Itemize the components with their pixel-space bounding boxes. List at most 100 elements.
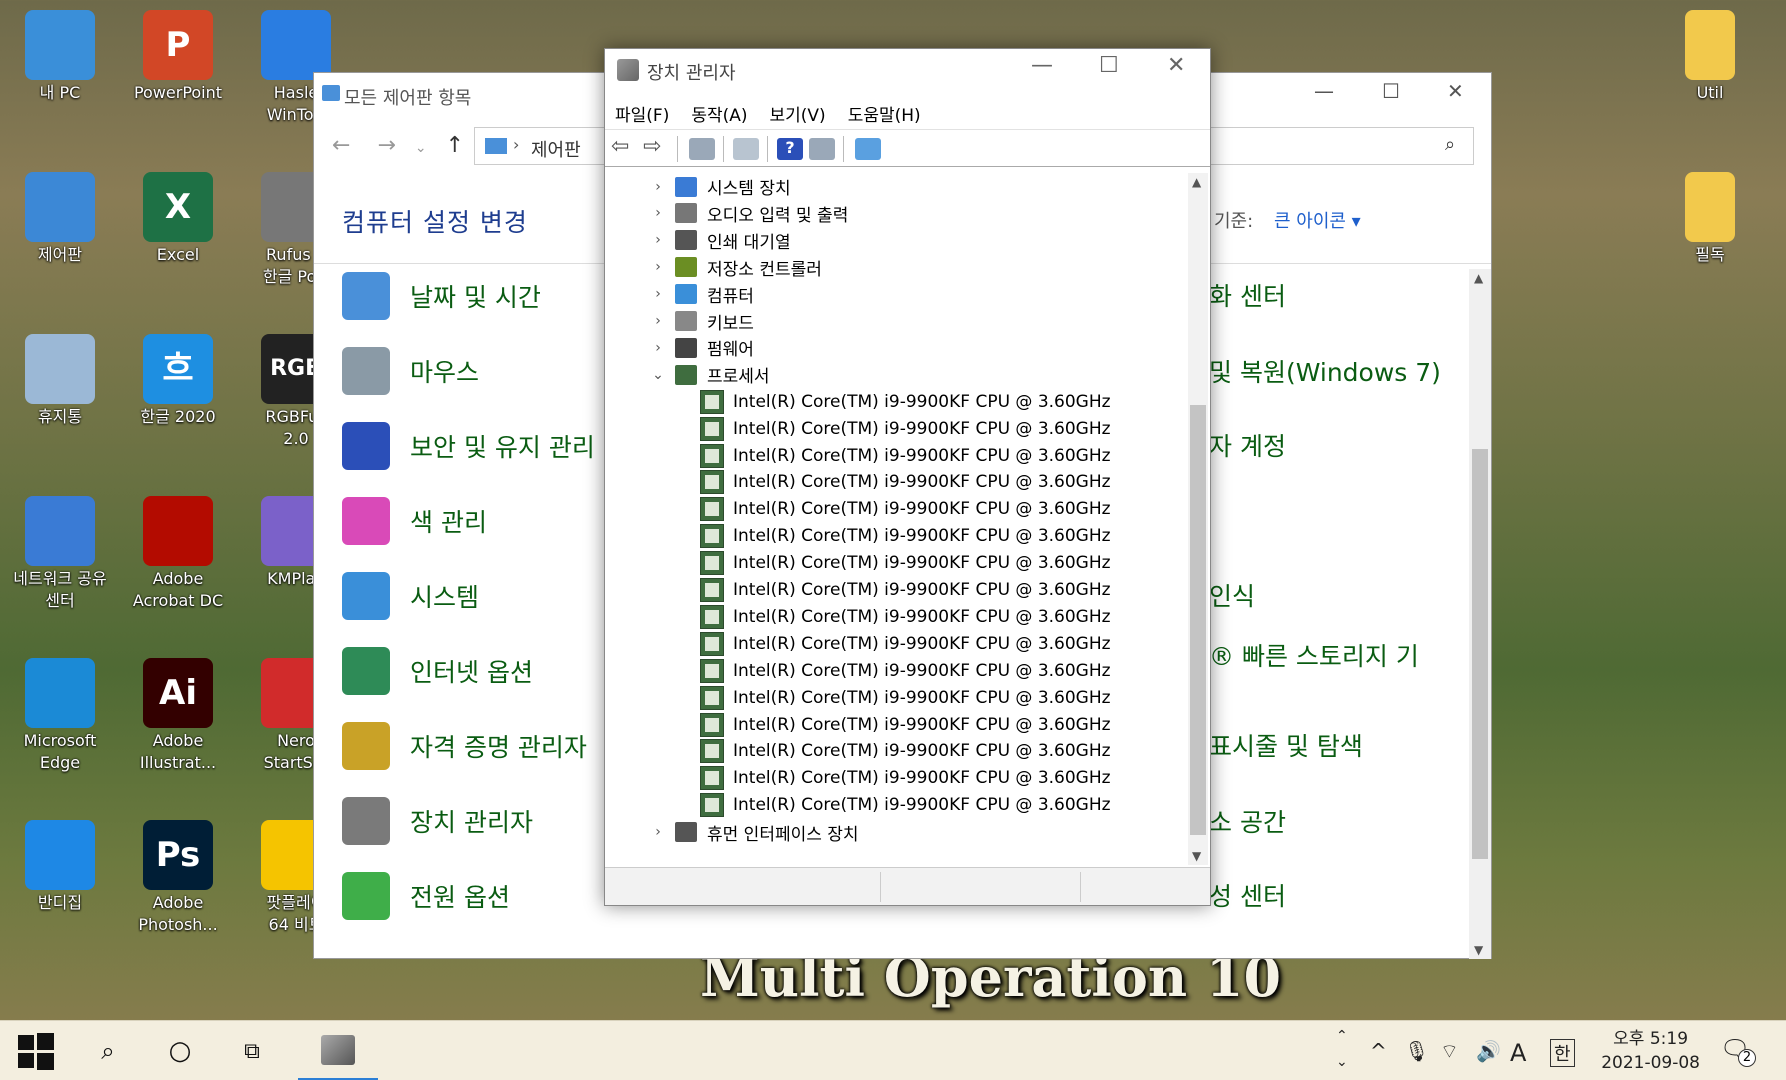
search-icon[interactable]: ⌕ <box>1445 134 1455 155</box>
tree-category[interactable]: › 펌웨어 <box>649 334 754 361</box>
desktop-icon[interactable]: Microsoft Edge <box>2 658 118 774</box>
view-by-dropdown[interactable]: 큰 아이콘 ▾ <box>1274 207 1361 233</box>
desktop-icon[interactable]: X Excel <box>120 172 236 266</box>
tree-category[interactable]: › 컴퓨터 <box>649 281 754 308</box>
control-panel-item[interactable]: 색 관리 <box>342 492 487 550</box>
control-panel-item[interactable]: 보안 및 유지 관리 <box>342 417 595 475</box>
desktop-icon[interactable]: Ps Adobe Photosh... <box>120 820 236 936</box>
maximize-button[interactable]: ☐ <box>1382 79 1400 103</box>
control-panel-item[interactable]: 날짜 및 시간 <box>342 267 541 325</box>
chevron-right-icon[interactable]: › <box>649 179 667 195</box>
tree-device[interactable]: Intel(R) Core(TM) i9-9900KF CPU @ 3.60GH… <box>700 765 1111 792</box>
search-icon[interactable]: ⌕ <box>78 1021 138 1080</box>
vertical-scrollbar[interactable]: ▲ ▼ <box>1188 173 1208 865</box>
control-panel-item-right[interactable]: 화 센터 <box>1209 277 1286 313</box>
back-icon[interactable]: ← <box>332 133 350 158</box>
control-panel-item[interactable]: 인터넷 옵션 <box>342 642 533 700</box>
ime-mode[interactable]: A <box>1510 1039 1526 1067</box>
properties-icon[interactable] <box>733 138 759 160</box>
tree-device[interactable]: Intel(R) Core(TM) i9-9900KF CPU @ 3.60GH… <box>700 388 1111 415</box>
tree-device[interactable]: Intel(R) Core(TM) i9-9900KF CPU @ 3.60GH… <box>700 523 1111 550</box>
desktop-icon[interactable]: 반디집 <box>2 820 118 914</box>
desktop-icon[interactable]: 내 PC <box>2 10 118 104</box>
up-icon[interactable]: ↑ <box>446 133 464 158</box>
control-panel-item-right[interactable]: 인식 <box>1209 577 1255 613</box>
desktop-icon[interactable]: 제어판 <box>2 172 118 266</box>
tree-device[interactable]: Intel(R) Core(TM) i9-9900KF CPU @ 3.60GH… <box>700 442 1111 469</box>
help-icon[interactable]: ? <box>777 138 803 160</box>
control-panel-item[interactable]: 자격 증명 관리자 <box>342 717 587 775</box>
menu-file[interactable]: 파일(F) <box>615 101 669 126</box>
tree-category[interactable]: › 오디오 입력 및 출력 <box>649 200 848 227</box>
forward-arrow-icon[interactable]: ⇨ <box>643 134 669 159</box>
tree-device[interactable]: Intel(R) Core(TM) i9-9900KF CPU @ 3.60GH… <box>700 469 1111 496</box>
menu-action[interactable]: 동작(A) <box>691 101 747 126</box>
tree-device[interactable]: Intel(R) Core(TM) i9-9900KF CPU @ 3.60GH… <box>700 684 1111 711</box>
tree-device[interactable]: Intel(R) Core(TM) i9-9900KF CPU @ 3.60GH… <box>700 711 1111 738</box>
chevron-down-icon[interactable]: ⌄ <box>649 367 667 383</box>
device-manager-window[interactable]: 장치 관리자 — ☐ ✕ 파일(F) 동작(A) 보기(V) 도움말(H) ⇦ … <box>604 48 1211 906</box>
tree-device[interactable]: Intel(R) Core(TM) i9-9900KF CPU @ 3.60GH… <box>700 550 1111 577</box>
chevron-right-icon[interactable]: › <box>649 259 667 275</box>
scroll-up-icon[interactable]: ▲ <box>1192 175 1201 189</box>
tree-category[interactable]: › 저장소 컨트롤러 <box>649 254 822 281</box>
minimize-button[interactable]: — <box>1031 53 1053 78</box>
tree-category[interactable]: › 인쇄 대기열 <box>649 227 791 254</box>
desktop-icon[interactable]: 휴지통 <box>2 334 118 428</box>
forward-icon[interactable]: → <box>377 133 395 158</box>
scrollbar-thumb[interactable] <box>1190 405 1206 835</box>
tree-category[interactable]: ⌄ 프로세서 <box>649 361 770 388</box>
show-hidden-icons[interactable]: ^ <box>1370 1039 1387 1063</box>
chevron-right-icon[interactable]: › <box>649 824 667 840</box>
maximize-button[interactable]: ☐ <box>1099 53 1119 78</box>
task-view-icon[interactable]: ⧉ <box>222 1021 282 1080</box>
language-indicator[interactable]: 한 <box>1550 1039 1575 1067</box>
control-panel-item-right[interactable]: 소 공간 <box>1209 803 1286 839</box>
start-button[interactable] <box>0 1021 72 1080</box>
control-panel-item[interactable]: 전원 옵션 <box>342 867 510 925</box>
control-panel-item-right[interactable]: 및 복원(Windows 7) <box>1209 353 1441 389</box>
close-button[interactable]: ✕ <box>1167 53 1185 78</box>
desktop-icon[interactable]: 흐 한글 2020 <box>120 334 236 428</box>
menu-view[interactable]: 보기(V) <box>770 101 826 126</box>
back-arrow-icon[interactable]: ⇦ <box>611 134 637 159</box>
control-panel-item-right[interactable]: 자 계정 <box>1209 427 1286 463</box>
scrollbar-thumb[interactable] <box>1472 449 1488 859</box>
control-panel-item-right[interactable]: ® 빠른 스토리지 기 <box>1209 637 1419 673</box>
tree-device[interactable]: Intel(R) Core(TM) i9-9900KF CPU @ 3.60GH… <box>700 657 1111 684</box>
tree-device[interactable]: Intel(R) Core(TM) i9-9900KF CPU @ 3.60GH… <box>700 603 1111 630</box>
menu-help[interactable]: 도움말(H) <box>848 101 921 126</box>
tree-device[interactable]: Intel(R) Core(TM) i9-9900KF CPU @ 3.60GH… <box>700 415 1111 442</box>
desktop-icon[interactable]: 네트워크 공유 센터 <box>2 496 118 612</box>
chevron-right-icon[interactable]: › <box>649 205 667 221</box>
control-panel-item-right[interactable]: 성 센터 <box>1209 877 1286 913</box>
scan-hardware-icon[interactable] <box>855 138 881 160</box>
chevron-right-icon[interactable]: › <box>649 232 667 248</box>
tree-device[interactable]: Intel(R) Core(TM) i9-9900KF CPU @ 3.60GH… <box>700 577 1111 604</box>
close-button[interactable]: ✕ <box>1447 79 1464 103</box>
tree-device[interactable]: Intel(R) Core(TM) i9-9900KF CPU @ 3.60GH… <box>700 496 1111 523</box>
control-panel-item[interactable]: 마우스 <box>342 342 479 400</box>
tree-category[interactable]: › 키보드 <box>649 308 754 335</box>
cortana-icon[interactable]: ○ <box>150 1021 210 1080</box>
scroll-up-icon[interactable]: ▲ <box>1474 271 1483 285</box>
wifi-icon[interactable]: ⌔ <box>1440 1039 1459 1064</box>
tree-device[interactable]: Intel(R) Core(TM) i9-9900KF CPU @ 3.60GH… <box>700 792 1111 819</box>
chevron-right-icon[interactable]: › <box>649 286 667 302</box>
device-tree[interactable]: › 시스템 장치 › 오디오 입력 및 출력 › 인쇄 대기열 › 저장소 컨트롤러 › 컴퓨터 ›… <box>609 173 1184 863</box>
taskbar-device-manager[interactable] <box>298 1021 378 1080</box>
scroll-down-icon[interactable]: ▼ <box>1474 943 1483 957</box>
control-panel-item[interactable]: 장치 관리자 <box>342 792 533 850</box>
control-panel-item[interactable]: 시스템 <box>342 567 479 625</box>
tree-category[interactable]: › 휴먼 인터페이스 장치 <box>649 819 859 846</box>
volume-icon[interactable]: 🔊 <box>1476 1039 1501 1063</box>
microphone-icon[interactable]: 🎙 <box>1404 1039 1429 1063</box>
view-icon[interactable] <box>809 138 835 160</box>
desktop-icon[interactable]: Ai Adobe Illustrat... <box>120 658 236 774</box>
control-panel-item-right[interactable]: 표시줄 및 탐색 <box>1209 727 1363 763</box>
chevron-right-icon[interactable]: › <box>649 340 667 356</box>
tree-device[interactable]: Intel(R) Core(TM) i9-9900KF CPU @ 3.60GH… <box>700 630 1111 657</box>
chevron-down-icon[interactable]: ⌄ <box>415 140 427 156</box>
scroll-tray-icon[interactable]: ⌃ ⌄ <box>1336 1023 1348 1075</box>
desktop-icon[interactable]: P PowerPoint <box>120 10 236 104</box>
